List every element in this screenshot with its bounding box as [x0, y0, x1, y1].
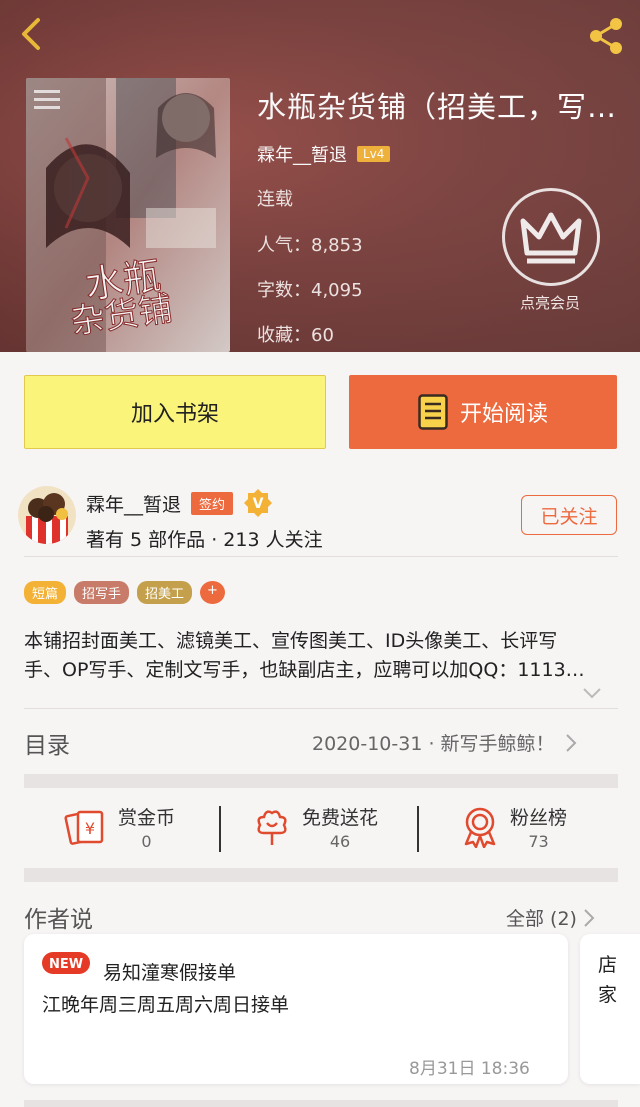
author-avatar[interactable] — [18, 486, 76, 544]
follow-button[interactable]: 已关注 — [521, 495, 617, 535]
start-reading-label: 开始阅读 — [459, 402, 548, 427]
start-reading-button[interactable]: 开始阅读 — [349, 375, 617, 449]
reward-coin-item[interactable]: ¥ 赏金币 0 — [64, 803, 175, 851]
coin-gift-icon: ¥ — [64, 810, 104, 845]
book-favorites: 收藏：60 — [257, 325, 334, 346]
description-line: 本铺招封面美工、滤镜美工、宣传图美工、ID头像美工、长评写 — [24, 630, 558, 652]
svg-text:杂货铺: 杂货铺 — [68, 289, 175, 343]
post-title-partial: 店家 — [598, 954, 618, 1006]
divider — [219, 806, 221, 852]
author-stats: 著有 5 部作品 · 213 人关注 — [86, 529, 323, 551]
add-to-shelf-button[interactable]: 加入书架 — [24, 375, 326, 449]
book-status: 连载 — [257, 189, 293, 210]
send-flower-label: 免费送花 — [302, 807, 379, 829]
crown-icon — [520, 212, 582, 264]
post-body: 江晚年周三周五周六周日接单 — [42, 994, 290, 1016]
latest-chapter-text: 2020-10-31 · 新写手鲸鲸！ — [312, 733, 555, 755]
chevron-right-icon — [584, 908, 595, 927]
member-button[interactable] — [502, 188, 600, 286]
verified-v-icon: V — [244, 489, 273, 517]
flower-count: 46 — [329, 832, 351, 851]
reward-coin-label: 赏金币 — [118, 807, 176, 829]
post-title: 易知潼寒假接单 — [103, 962, 237, 984]
toc-label[interactable]: 目录 — [24, 726, 70, 760]
svg-text:水瓶: 水瓶 — [82, 253, 163, 307]
book-popularity: 人气：8,853 — [257, 235, 363, 256]
reward-coin-count: 0 — [141, 832, 152, 851]
author-says-label: 作者说 — [24, 907, 93, 933]
book-cover[interactable]: 水瓶 杂货铺 — [26, 78, 230, 352]
svg-text:V: V — [253, 496, 264, 512]
medal-icon — [464, 807, 496, 848]
book-author[interactable]: 霖年__暂退 Lv4 — [257, 141, 391, 167]
tag-writer[interactable]: 招写手 — [74, 581, 130, 604]
new-badge: NEW — [42, 952, 90, 974]
fan-rank-label: 粉丝榜 — [510, 807, 568, 829]
post-time: 8月31日 18:36 — [409, 1059, 530, 1079]
author-card-name[interactable]: 霖年__暂退 — [86, 490, 181, 517]
svg-text:¥: ¥ — [85, 819, 95, 838]
fan-rank-item[interactable]: 粉丝榜 73 — [462, 803, 567, 851]
author-says-all-link[interactable]: 全部 (2) — [506, 904, 595, 931]
author-name[interactable]: 霖年__暂退 — [257, 141, 347, 167]
divider — [24, 556, 618, 557]
member-label[interactable]: 点亮会员 — [500, 292, 600, 313]
svg-text:NEW: NEW — [49, 957, 83, 972]
section-separator — [24, 868, 618, 882]
author-says-count: 全部 (2) — [506, 908, 577, 930]
tag-artist[interactable]: 招美工 — [137, 581, 193, 604]
add-tag-button[interactable]: + — [200, 581, 225, 604]
section-separator — [24, 1100, 618, 1107]
signed-badge: 签约 — [191, 491, 234, 515]
level-badge: Lv4 — [357, 146, 391, 162]
book-header: 水瓶 杂货铺 水瓶杂货铺（招美工，写… 霖年__暂退 Lv4 连载 人气：8,8… — [0, 0, 640, 352]
divider — [417, 806, 419, 852]
toc-latest-chapter[interactable]: 2020-10-31 · 新写手鲸鲸！ — [312, 729, 577, 756]
chevron-down-icon[interactable] — [582, 686, 602, 700]
book-icon — [418, 394, 448, 430]
book-description[interactable]: 本铺招封面美工、滤镜美工、宣传图美工、ID头像美工、长评写 手、OP写手、定制文… — [24, 627, 618, 685]
section-separator — [24, 774, 618, 788]
flower-icon — [257, 810, 287, 845]
share-icon[interactable] — [584, 14, 628, 58]
divider — [24, 708, 618, 709]
book-title: 水瓶杂货铺（招美工，写… — [257, 90, 618, 124]
fan-count: 73 — [528, 832, 549, 851]
author-info: 霖年__暂退 签约 V — [86, 488, 273, 518]
send-flower-item[interactable]: 免费送花 46 — [254, 803, 378, 851]
back-icon[interactable] — [14, 14, 54, 54]
chevron-right-icon — [565, 733, 576, 752]
book-word-count: 字数：4,095 — [257, 280, 363, 301]
tag-list: 短篇 招写手 招美工 + — [24, 581, 225, 604]
tag-short[interactable]: 短篇 — [24, 581, 67, 604]
description-line: 手、OP写手、定制文写手，也缺副店主，应聘可以加QQ：1113… — [24, 659, 585, 681]
